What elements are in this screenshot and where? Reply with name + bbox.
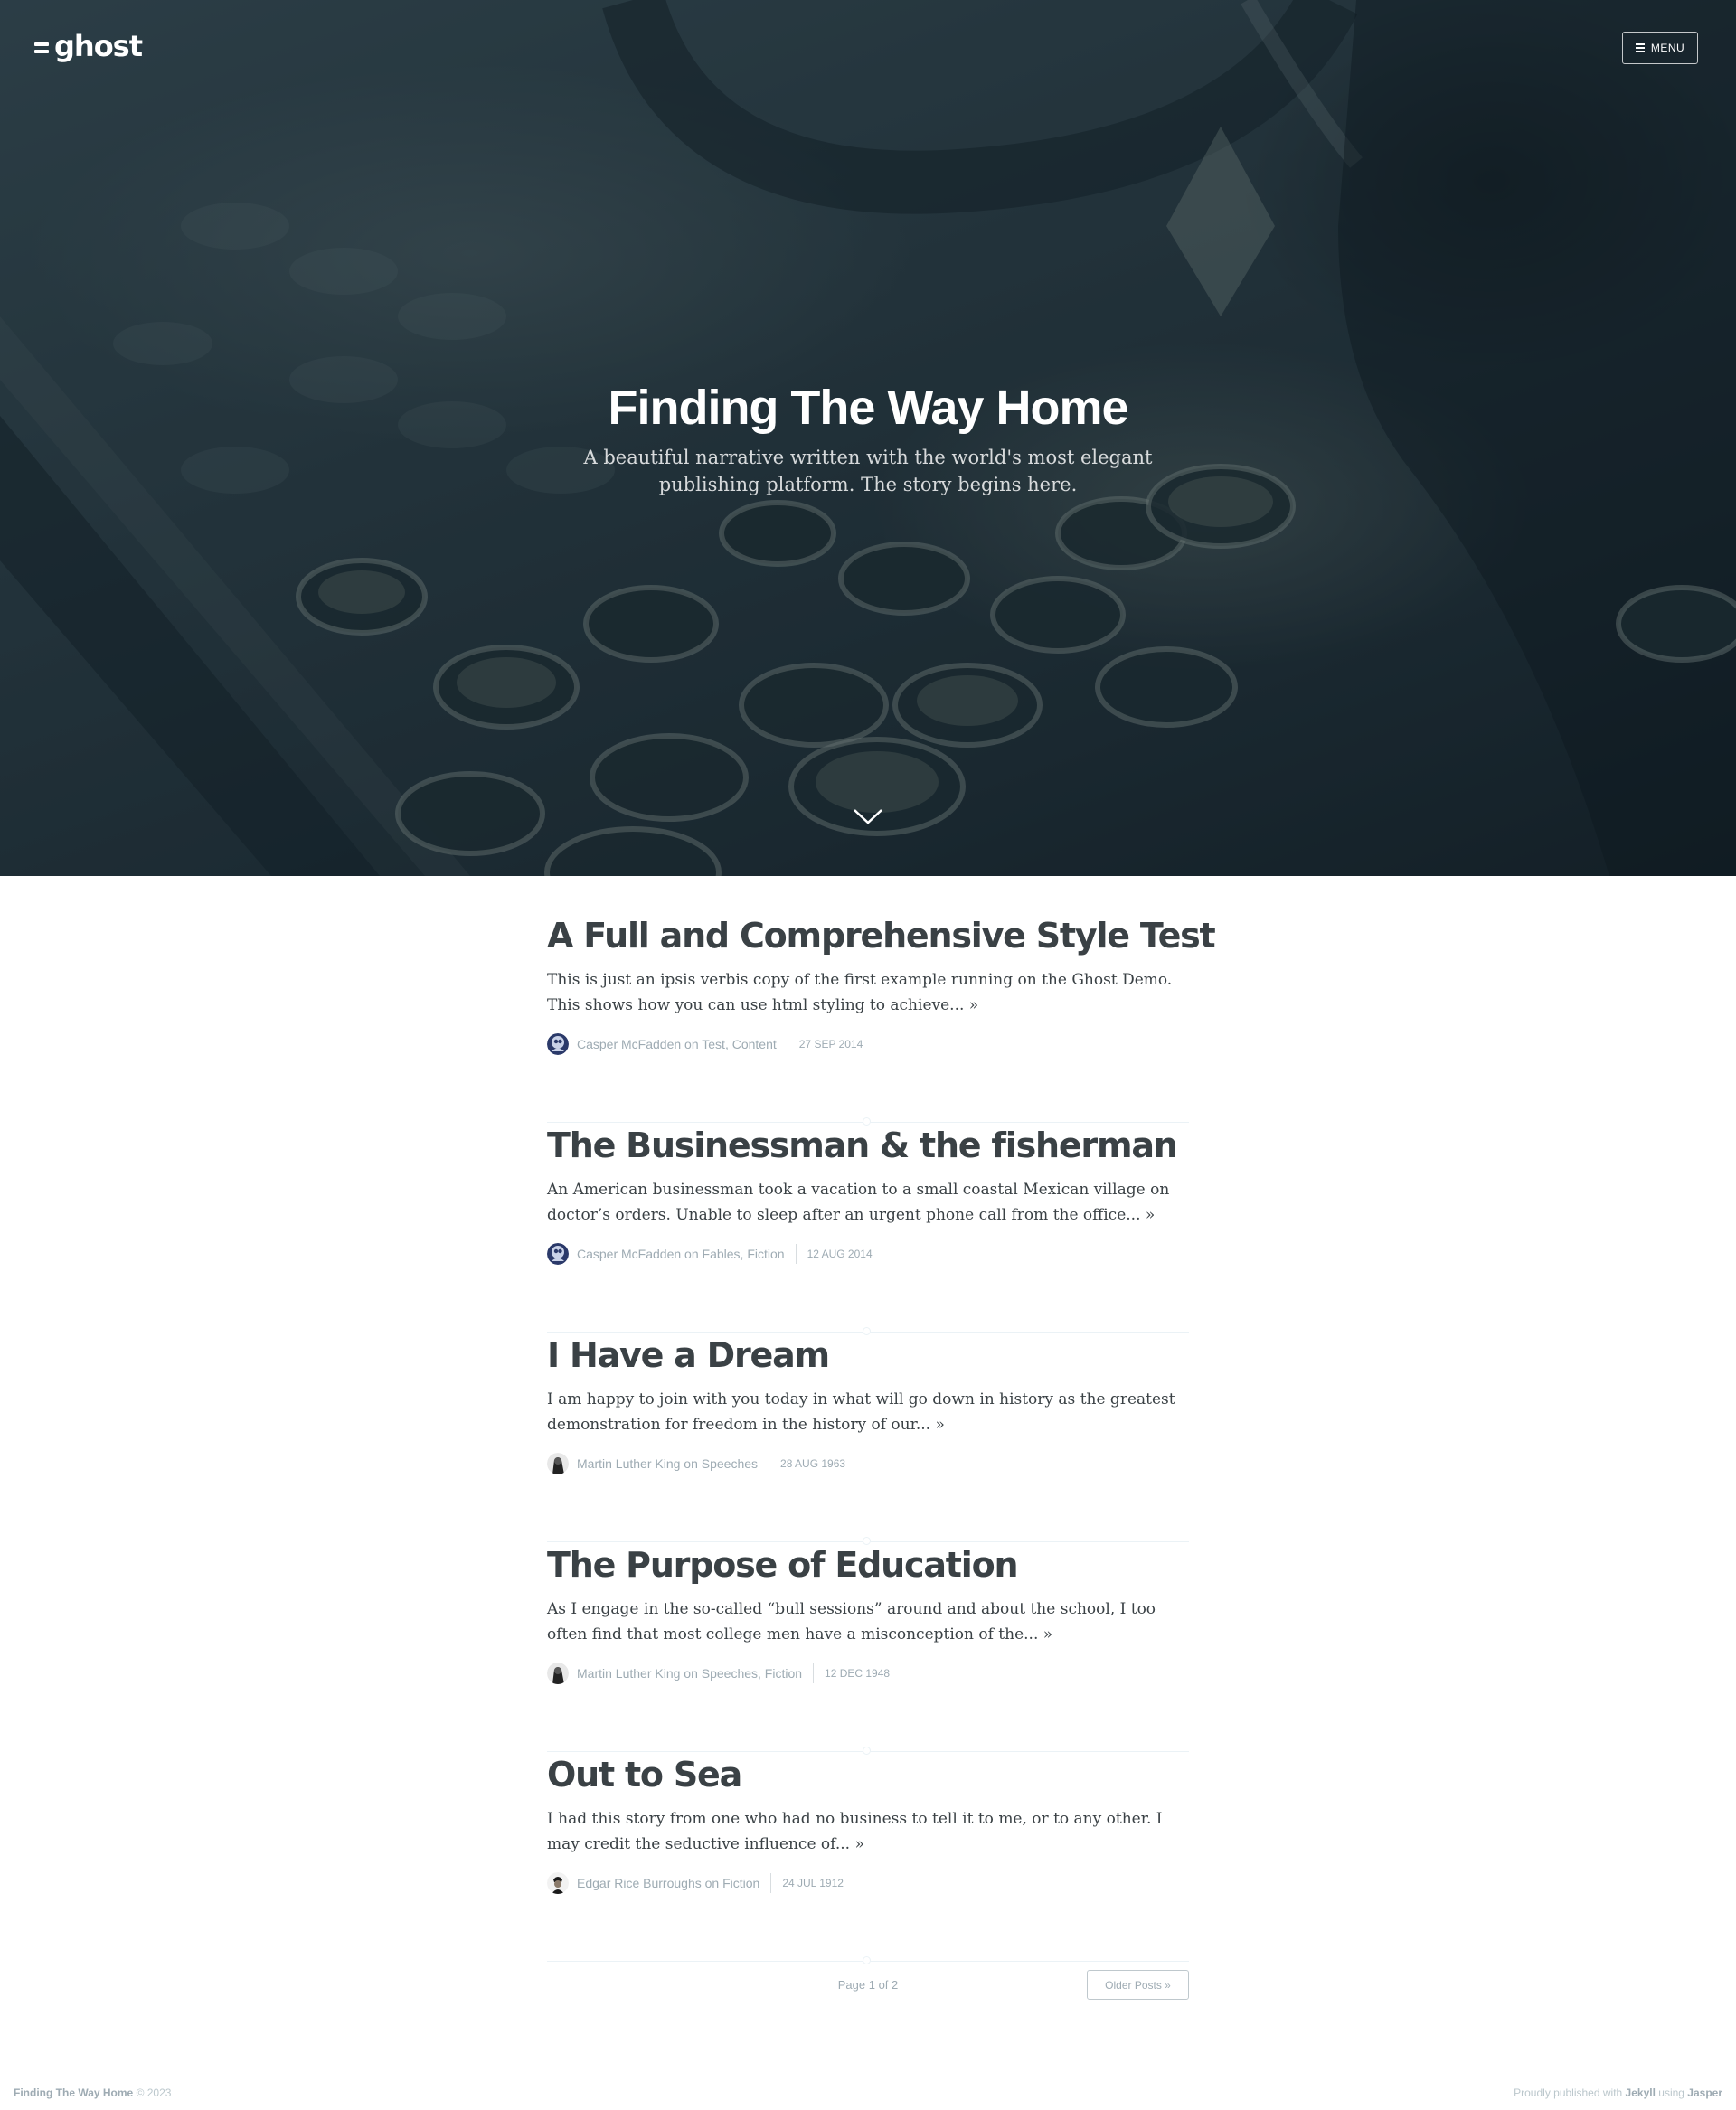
post-meta: Martin Luther King on Speeches 28 AUG 19…: [547, 1452, 1189, 1475]
post-date: 24 JUL 1912: [782, 1877, 844, 1889]
author-avatar[interactable]: [547, 1243, 569, 1265]
post-item: The Purpose of Education As I engage in …: [547, 1542, 1189, 1755]
post-byline[interactable]: Casper McFadden on Fables, Fiction: [577, 1247, 785, 1261]
post-date: 28 AUG 1963: [780, 1457, 846, 1470]
post-byline[interactable]: Edgar Rice Burroughs on Fiction: [577, 1876, 760, 1890]
site-header-hero: ghost MENU Finding The Way Home A beauti…: [0, 0, 1736, 876]
post-meta: Casper McFadden on Fables, Fiction 12 AU…: [547, 1242, 1189, 1266]
post-title-link[interactable]: A Full and Comprehensive Style Test: [547, 913, 1216, 958]
post-title-link[interactable]: The Businessman & the fisherman: [547, 1123, 1189, 1168]
meta-divider: [813, 1663, 815, 1683]
post-excerpt: An American businessman took a vacation …: [547, 1181, 1170, 1224]
post-list: A Full and Comprehensive Style Test This…: [547, 913, 1216, 1964]
ghost-logo-icon: [34, 42, 49, 53]
footer-published-text: Proudly published with: [1514, 2086, 1623, 2099]
post-date: 12 DEC 1948: [825, 1667, 891, 1680]
author-avatar[interactable]: [547, 1872, 569, 1894]
post-excerpt: I am happy to join with you today in wha…: [547, 1390, 1175, 1434]
post-item: A Full and Comprehensive Style Test This…: [547, 913, 1216, 1126]
footer-copyright: Finding The Way Home © 2023: [14, 2086, 171, 2099]
blog-description: A beautiful narrative written with the w…: [583, 447, 1153, 495]
site-logo[interactable]: ghost: [34, 29, 143, 63]
post-byline[interactable]: Martin Luther King on Speeches, Fiction: [577, 1666, 802, 1681]
logo-text: ghost: [54, 29, 143, 63]
footer-credits: Proudly published with Jekyll using Jasp…: [1514, 2086, 1722, 2099]
pagination: Page 1 of 2 Older Posts »: [547, 1970, 1189, 2001]
hero-overlay: [0, 0, 1736, 876]
post-item: I Have a Dream I am happy to join with y…: [547, 1333, 1189, 1545]
meta-divider: [795, 1244, 797, 1264]
author-avatar[interactable]: [547, 1453, 569, 1474]
post-excerpt: I had this story from one who had no bus…: [547, 1810, 1163, 1853]
post-item: The Businessman & the fisherman An Ameri…: [547, 1123, 1189, 1335]
post-date: 12 AUG 2014: [807, 1248, 873, 1260]
post-meta: Martin Luther King on Speeches, Fiction …: [547, 1662, 1189, 1685]
post-date: 27 SEP 2014: [798, 1038, 863, 1050]
jasper-link[interactable]: Jasper: [1687, 2086, 1722, 2099]
chevron-down-icon[interactable]: [853, 807, 883, 825]
hamburger-icon: [1635, 43, 1645, 52]
post-title-link[interactable]: Out to Sea: [547, 1752, 1189, 1797]
jekyll-link[interactable]: Jekyll: [1626, 2086, 1656, 2099]
menu-button[interactable]: MENU: [1622, 32, 1698, 64]
post-meta: Edgar Rice Burroughs on Fiction 24 JUL 1…: [547, 1871, 1189, 1895]
footer-site-link[interactable]: Finding The Way Home: [14, 2086, 133, 2099]
post-byline[interactable]: Casper McFadden on Test, Content: [577, 1037, 777, 1051]
site-footer: Finding The Way Home © 2023 Proudly publ…: [0, 2079, 1736, 2110]
footer-copyright-year: © 2023: [136, 2086, 172, 2099]
blog-title: Finding The Way Home: [608, 381, 1128, 435]
post-meta: Casper McFadden on Test, Content 27 SEP …: [547, 1032, 1189, 1056]
post-divider: [547, 1956, 1189, 1964]
post-item: Out to Sea I had this story from one who…: [547, 1752, 1189, 1964]
post-excerpt: This is just an ipsis verbis copy of the…: [547, 971, 1173, 1014]
meta-divider: [770, 1873, 772, 1893]
author-avatar[interactable]: [547, 1663, 569, 1684]
post-title-link[interactable]: The Purpose of Education: [547, 1542, 1189, 1587]
older-posts-button[interactable]: Older Posts »: [1087, 1970, 1189, 2000]
post-byline[interactable]: Martin Luther King on Speeches: [577, 1456, 758, 1471]
menu-label: MENU: [1650, 42, 1685, 54]
post-title-link[interactable]: I Have a Dream: [547, 1333, 1189, 1378]
footer-using-text: using: [1658, 2086, 1684, 2099]
post-excerpt: As I engage in the so-called “bull sessi…: [547, 1600, 1156, 1644]
author-avatar[interactable]: [547, 1033, 569, 1055]
